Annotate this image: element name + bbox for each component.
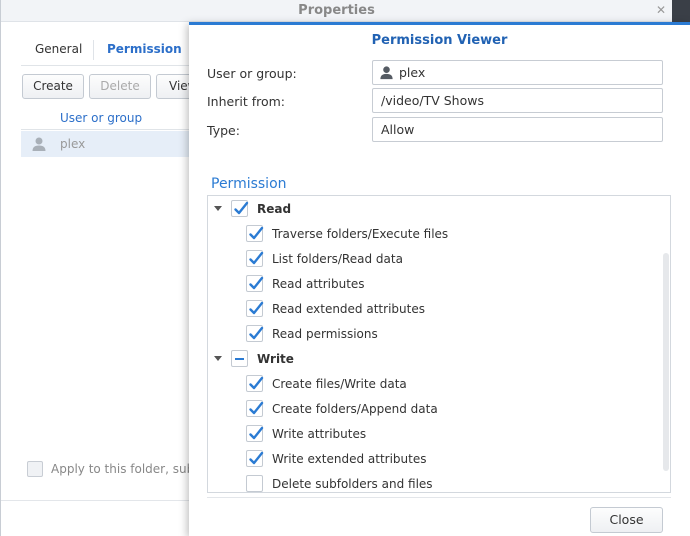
tree-item-write-attributes[interactable]: Write attributes bbox=[208, 421, 656, 446]
type-field: Allow bbox=[372, 117, 663, 142]
tree-item-delete-subfolders[interactable]: Delete subfolders and files bbox=[208, 471, 656, 492]
user-or-group-value: plex bbox=[399, 65, 426, 80]
read-extended-attributes-checkbox[interactable] bbox=[246, 300, 264, 317]
user-or-group-label: User or group: bbox=[207, 66, 297, 81]
create-files-checkbox[interactable] bbox=[246, 375, 264, 392]
permission-viewer-dialog: Permission Viewer User or group: plex In… bbox=[189, 22, 690, 536]
tree-item-label: Write extended attributes bbox=[272, 452, 427, 466]
tree-item-create-folders[interactable]: Create folders/Append data bbox=[208, 396, 656, 421]
tree-item-label: Create files/Write data bbox=[272, 377, 407, 391]
checkmark-icon bbox=[249, 301, 264, 315]
checkmark-icon bbox=[249, 426, 264, 440]
tree-item-label: Create folders/Append data bbox=[272, 402, 438, 416]
checkmark-icon bbox=[249, 226, 264, 240]
tab-divider bbox=[93, 40, 94, 60]
footer-divider bbox=[1, 500, 191, 501]
tab-permission[interactable]: Permission bbox=[107, 38, 182, 66]
table-row[interactable]: plex bbox=[21, 131, 193, 157]
tree-item-read-extended-attributes[interactable]: Read extended attributes bbox=[208, 296, 656, 321]
tree-item-label: Delete subfolders and files bbox=[272, 477, 433, 491]
checkmark-icon bbox=[249, 326, 264, 340]
read-checkbox[interactable] bbox=[231, 200, 249, 217]
tree-item-label: Read permissions bbox=[272, 327, 378, 341]
tree-item-label: Traverse folders/Execute files bbox=[272, 227, 449, 241]
checkmark-icon bbox=[249, 276, 264, 290]
type-label: Type: bbox=[207, 123, 240, 138]
dialog-footer-divider bbox=[207, 497, 671, 498]
permission-tree: Read Traverse folders/Execute files List… bbox=[207, 195, 671, 493]
user-icon bbox=[32, 137, 46, 151]
write-checkbox[interactable] bbox=[231, 350, 248, 367]
permission-section-title: Permission bbox=[211, 176, 287, 192]
tree-item-write[interactable]: Write bbox=[208, 346, 656, 371]
tree-item-write-extended-attributes[interactable]: Write extended attributes bbox=[208, 446, 656, 471]
tree-item-label: List folders/Read data bbox=[272, 252, 403, 266]
list-folders-checkbox[interactable] bbox=[246, 250, 264, 267]
tree-scrollbar[interactable] bbox=[663, 253, 669, 471]
read-attributes-checkbox[interactable] bbox=[246, 275, 264, 292]
expand-arrow-icon[interactable] bbox=[214, 356, 222, 361]
inherit-from-label: Inherit from: bbox=[207, 94, 286, 109]
checkmark-icon bbox=[234, 201, 249, 215]
user-icon bbox=[380, 66, 393, 80]
apply-checkbox[interactable] bbox=[27, 461, 43, 477]
table-header: User or group bbox=[21, 106, 193, 130]
tree-item-read-permissions[interactable]: Read permissions bbox=[208, 321, 656, 346]
checkmark-icon bbox=[249, 376, 264, 390]
checkmark-icon bbox=[249, 451, 264, 465]
delete-subfolders-checkbox[interactable] bbox=[246, 475, 263, 492]
tree-item-read-attributes[interactable]: Read attributes bbox=[208, 271, 656, 296]
delete-button[interactable]: Delete bbox=[89, 74, 151, 99]
write-attributes-checkbox[interactable] bbox=[246, 425, 264, 442]
tree-item-create-files[interactable]: Create files/Write data bbox=[208, 371, 656, 396]
checkmark-icon bbox=[249, 401, 264, 415]
read-permissions-checkbox[interactable] bbox=[246, 325, 264, 342]
inherit-from-field: /video/TV Shows bbox=[372, 88, 663, 113]
tab-bar: General Permission bbox=[21, 38, 191, 66]
close-button[interactable]: Close bbox=[590, 507, 663, 533]
tree-item-label: Read extended attributes bbox=[272, 302, 425, 316]
tab-general[interactable]: General bbox=[35, 38, 82, 66]
tree-item-traverse-folders[interactable]: Traverse folders/Execute files bbox=[208, 221, 656, 246]
tree-item-label: Write bbox=[257, 352, 294, 366]
tree-item-list-folders[interactable]: List folders/Read data bbox=[208, 246, 656, 271]
column-header-user-or-group[interactable]: User or group bbox=[60, 111, 142, 125]
traverse-checkbox[interactable] bbox=[246, 225, 264, 242]
tree-item-label: Read attributes bbox=[272, 277, 365, 291]
write-extended-attributes-checkbox[interactable] bbox=[246, 450, 264, 467]
apply-checkbox-label: Apply to this folder, sub-folders and fi… bbox=[51, 462, 191, 476]
tree-item-read[interactable]: Read bbox=[208, 196, 656, 221]
checkmark-icon bbox=[249, 251, 264, 265]
tree-item-label: Read bbox=[257, 202, 292, 216]
dialog-title: Permission Viewer bbox=[371, 33, 508, 48]
properties-title: Properties bbox=[1, 0, 672, 22]
create-folders-checkbox[interactable] bbox=[246, 400, 264, 417]
partial-check-icon bbox=[235, 358, 244, 360]
tree-item-label: Write attributes bbox=[272, 427, 367, 441]
user-or-group-field: plex bbox=[372, 60, 663, 85]
expand-arrow-icon[interactable] bbox=[214, 206, 222, 211]
create-button[interactable]: Create bbox=[22, 74, 84, 99]
row-user-name: plex bbox=[60, 137, 86, 151]
window-close-icon[interactable]: ✕ bbox=[656, 4, 668, 16]
